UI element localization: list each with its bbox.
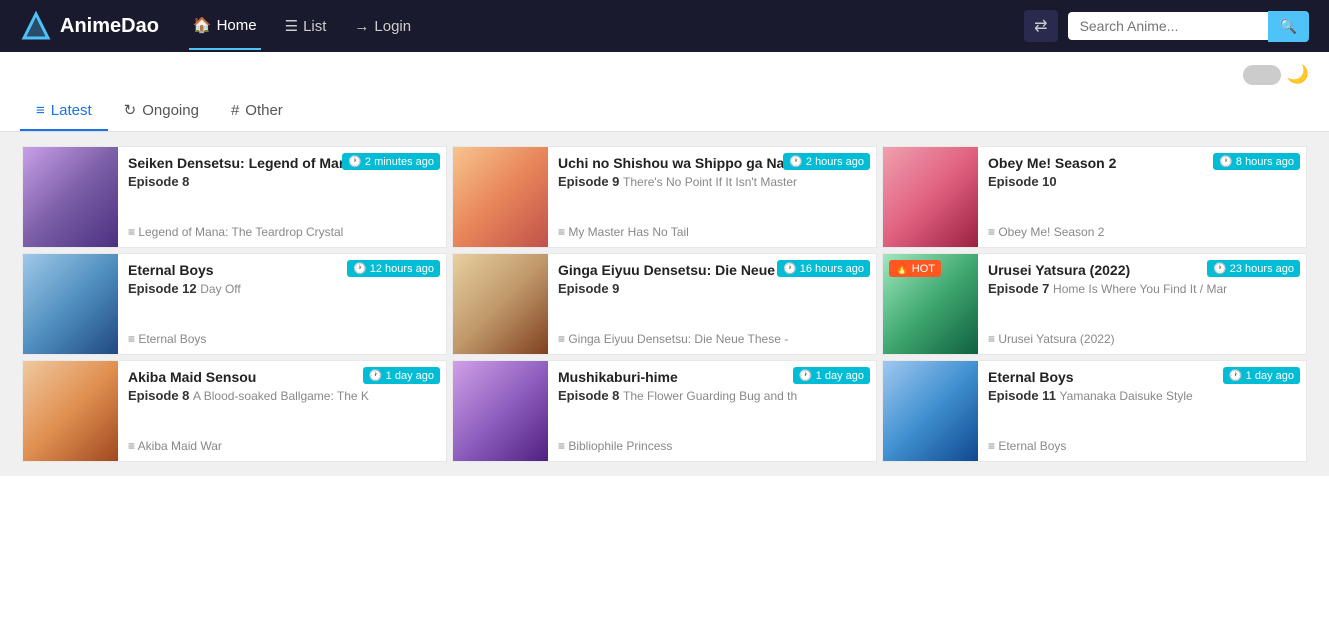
brand-name: AnimeDao [60,15,159,38]
anime-grid: Seiken Densetsu: Legend of Mana -T Episo… [0,132,1329,476]
thumb-placeholder [883,147,978,247]
card-series: ≡ My Master Has No Tail [558,225,866,239]
card-episode-sub: There's No Point If It Isn't Master [623,175,797,189]
card-episode: Episode 9 [558,281,866,296]
thumb-placeholder [453,361,548,461]
card-episode: Episode 7 Home Is Where You Find It / Ma… [988,281,1296,296]
time-badge: 🕐 8 hours ago [1213,153,1300,170]
card-thumbnail [23,361,118,461]
page-controls: 🌙 [1243,64,1309,85]
tabs-bar: ≡ Latest ↻ Ongoing # Other [0,85,1329,132]
anime-card[interactable]: Eternal Boys Episode 12 Day Off ≡ Eterna… [22,253,447,355]
anime-card[interactable]: Uchi no Shishou wa Shippo ga Nai Episode… [452,146,877,248]
anime-card[interactable]: Obey Me! Season 2 Episode 10 ≡ Obey Me! … [882,146,1307,248]
time-badge: 🕐 1 day ago [1223,367,1300,384]
card-series: ≡ Eternal Boys [128,332,436,346]
search-box: 🔍 [1068,11,1309,42]
thumb-placeholder [23,361,118,461]
card-episode: Episode 8 [128,174,436,189]
anime-card[interactable]: Mushikaburi-hime Episode 8 The Flower Gu… [452,360,877,462]
card-episode: Episode 12 Day Off [128,281,436,296]
card-thumbnail [23,147,118,247]
navbar: AnimeDao 🏠 Home ☰ List → Login ⇄ 🔍 [0,0,1329,52]
tab-other[interactable]: # Other [215,94,299,131]
anime-card[interactable]: Eternal Boys Episode 11 Yamanaka Daisuke… [882,360,1307,462]
card-series: ≡ Urusei Yatsura (2022) [988,332,1296,346]
list-icon: ☰ [285,17,298,35]
thumb-placeholder [453,147,548,247]
card-thumbnail [453,361,548,461]
theme-toggle[interactable] [1243,65,1281,85]
card-episode-sub: Day Off [200,282,240,296]
nav-links: 🏠 Home ☰ List → Login [189,2,994,50]
tab-latest[interactable]: ≡ Latest [20,94,108,131]
anime-card[interactable]: Akiba Maid Sensou Episode 8 A Blood-soak… [22,360,447,462]
time-badge: 🕐 2 hours ago [783,153,870,170]
nav-login[interactable]: → Login [350,4,415,49]
card-episode-sub: The Flower Guarding Bug and th [623,389,797,403]
card-episode: Episode 9 There's No Point If It Isn't M… [558,174,866,189]
brand-logo-icon [20,10,52,42]
card-thumbnail [883,147,978,247]
thumb-placeholder [883,361,978,461]
time-badge: 🕐 23 hours ago [1207,260,1300,277]
home-icon: 🏠 [193,16,212,34]
search-input[interactable] [1068,12,1268,40]
card-episode: Episode 11 Yamanaka Daisuke Style [988,388,1296,403]
card-thumbnail [453,254,548,354]
card-episode: Episode 10 [988,174,1296,189]
card-episode-sub: A Blood-soaked Ballgame: The K [193,389,369,403]
time-badge: 🕐 1 day ago [793,367,870,384]
nav-list[interactable]: ☰ List [281,3,331,49]
card-thumbnail [23,254,118,354]
anime-card[interactable]: Urusei Yatsura (2022) Episode 7 Home Is … [882,253,1307,355]
moon-icon[interactable]: 🌙 [1287,64,1309,85]
card-episode-sub: Home Is Where You Find It / Mar [1053,282,1227,296]
anime-card[interactable]: Seiken Densetsu: Legend of Mana -T Episo… [22,146,447,248]
brand-logo[interactable]: AnimeDao [20,10,159,42]
anime-card[interactable]: Ginga Eiyuu Densetsu: Die Neue The Episo… [452,253,877,355]
card-series: ≡ Akiba Maid War [128,439,436,453]
thumb-placeholder [23,254,118,354]
time-badge: 🕐 16 hours ago [777,260,870,277]
card-series: ≡ Legend of Mana: The Teardrop Crystal [128,225,436,239]
card-thumbnail [453,147,548,247]
card-episode: Episode 8 The Flower Guarding Bug and th [558,388,866,403]
time-badge: 🕐 1 day ago [363,367,440,384]
card-episode: Episode 8 A Blood-soaked Ballgame: The K [128,388,436,403]
card-series: ≡ Ginga Eiyuu Densetsu: Die Neue These - [558,332,866,346]
nav-right: ⇄ 🔍 [1024,10,1309,42]
hot-badge: 🔥 HOT [889,260,941,277]
thumb-placeholder [23,147,118,247]
card-series: ≡ Obey Me! Season 2 [988,225,1296,239]
login-icon: → [354,18,369,35]
ongoing-icon: ↻ [124,101,137,119]
nav-home[interactable]: 🏠 Home [189,2,261,50]
time-badge: 🕐 2 minutes ago [342,153,440,170]
other-icon: # [231,102,239,119]
latest-icon: ≡ [36,102,45,119]
card-series: ≡ Bibliophile Princess [558,439,866,453]
card-episode-sub: Yamanaka Daisuke Style [1060,389,1193,403]
card-thumbnail [883,361,978,461]
page-header: 🌙 [0,52,1329,85]
shuffle-button[interactable]: ⇄ [1024,10,1057,42]
search-button[interactable]: 🔍 [1268,11,1309,42]
thumb-placeholder [453,254,548,354]
time-badge: 🕐 12 hours ago [347,260,440,277]
card-series: ≡ Eternal Boys [988,439,1296,453]
tab-ongoing[interactable]: ↻ Ongoing [108,93,215,131]
